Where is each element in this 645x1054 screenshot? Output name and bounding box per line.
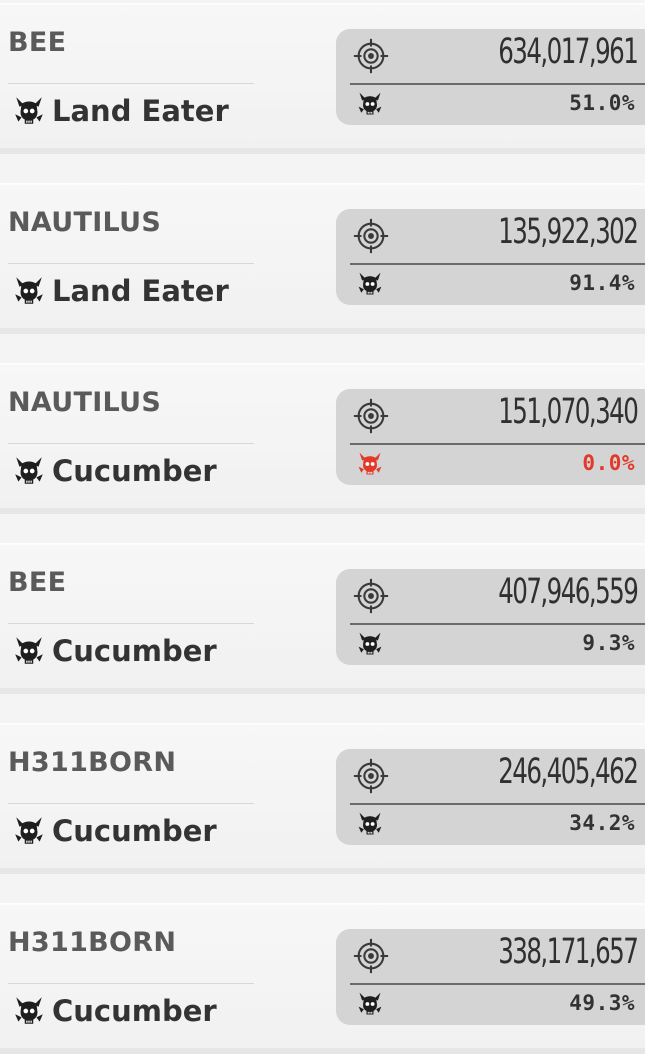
- player-name: NAUTILUS: [8, 207, 162, 238]
- stats-panel: 407,946,559 9.3%: [336, 569, 645, 665]
- stats-panel: 151,070,340 0.0%: [336, 389, 645, 485]
- leaderboard-entry[interactable]: NAUTILUS Land Eater 135,922,302 91.4%: [0, 183, 645, 334]
- boss-row: Cucumber: [12, 993, 217, 1029]
- damage-value: 151,070,340: [497, 392, 639, 432]
- boss-name: Land Eater: [52, 274, 229, 308]
- boss-row: Cucumber: [12, 453, 217, 489]
- divider: [350, 83, 645, 85]
- divider: [350, 443, 645, 445]
- horned-skull-icon: [12, 274, 46, 308]
- horned-skull-icon: [356, 449, 384, 479]
- horned-skull-icon: [356, 989, 384, 1019]
- horned-skull-icon: [356, 629, 384, 659]
- divider: [8, 623, 254, 624]
- crosshair-target-icon: [352, 217, 390, 255]
- percent-value: 49.3%: [569, 991, 635, 1015]
- horned-skull-icon: [356, 89, 384, 119]
- boss-name: Cucumber: [52, 994, 217, 1028]
- player-name: H311BORN: [8, 927, 177, 958]
- horned-skull-icon: [12, 994, 46, 1028]
- damage-value: 246,405,462: [497, 752, 639, 792]
- horned-skull-icon: [12, 814, 46, 848]
- boss-damage-list: BEE Land Eater 634,017,961 51.0% NAUTILUS Lan…: [0, 0, 645, 1054]
- leaderboard-entry[interactable]: NAUTILUS Cucumber 151,070,340 0.0%: [0, 363, 645, 514]
- player-name: BEE: [8, 27, 67, 58]
- horned-skull-icon: [12, 634, 46, 668]
- horned-skull-icon: [12, 454, 46, 488]
- percent-value: 9.3%: [582, 631, 635, 655]
- crosshair-target-icon: [352, 757, 390, 795]
- percent-value: 0.0%: [582, 451, 635, 475]
- damage-value: 135,922,302: [497, 212, 639, 252]
- percent-value: 91.4%: [569, 271, 635, 295]
- leaderboard-entry[interactable]: H311BORN Cucumber 246,405,462 34.2%: [0, 723, 645, 874]
- horned-skull-icon: [356, 809, 384, 839]
- percent-value: 34.2%: [569, 811, 635, 835]
- divider: [8, 983, 254, 984]
- boss-name: Land Eater: [52, 94, 229, 128]
- horned-skull-icon: [12, 94, 46, 128]
- divider: [8, 83, 254, 84]
- damage-value: 338,171,657: [497, 932, 639, 972]
- crosshair-target-icon: [352, 937, 390, 975]
- percent-value: 51.0%: [569, 91, 635, 115]
- boss-name: Cucumber: [52, 634, 217, 668]
- stats-panel: 246,405,462 34.2%: [336, 749, 645, 845]
- leaderboard-entry[interactable]: BEE Land Eater 634,017,961 51.0%: [0, 3, 645, 154]
- leaderboard-entry[interactable]: BEE Cucumber 407,946,559 9.3%: [0, 543, 645, 694]
- leaderboard-entry[interactable]: H311BORN Cucumber 338,171,657 49.3%: [0, 903, 645, 1054]
- divider: [350, 803, 645, 805]
- boss-row: Land Eater: [12, 93, 229, 129]
- crosshair-target-icon: [352, 577, 390, 615]
- damage-value: 407,946,559: [497, 572, 639, 612]
- divider: [350, 263, 645, 265]
- stats-panel: 634,017,961 51.0%: [336, 29, 645, 125]
- damage-value: 634,017,961: [497, 32, 639, 72]
- stats-panel: 338,171,657 49.3%: [336, 929, 645, 1025]
- player-name: BEE: [8, 567, 67, 598]
- horned-skull-icon: [356, 269, 384, 299]
- boss-row: Cucumber: [12, 633, 217, 669]
- boss-name: Cucumber: [52, 814, 217, 848]
- boss-row: Land Eater: [12, 273, 229, 309]
- divider: [350, 983, 645, 985]
- player-name: NAUTILUS: [8, 387, 162, 418]
- crosshair-target-icon: [352, 397, 390, 435]
- stats-panel: 135,922,302 91.4%: [336, 209, 645, 305]
- boss-name: Cucumber: [52, 454, 217, 488]
- crosshair-target-icon: [352, 37, 390, 75]
- divider: [8, 443, 254, 444]
- player-name: H311BORN: [8, 747, 177, 778]
- boss-row: Cucumber: [12, 813, 217, 849]
- divider: [8, 803, 254, 804]
- divider: [8, 263, 254, 264]
- divider: [350, 623, 645, 625]
